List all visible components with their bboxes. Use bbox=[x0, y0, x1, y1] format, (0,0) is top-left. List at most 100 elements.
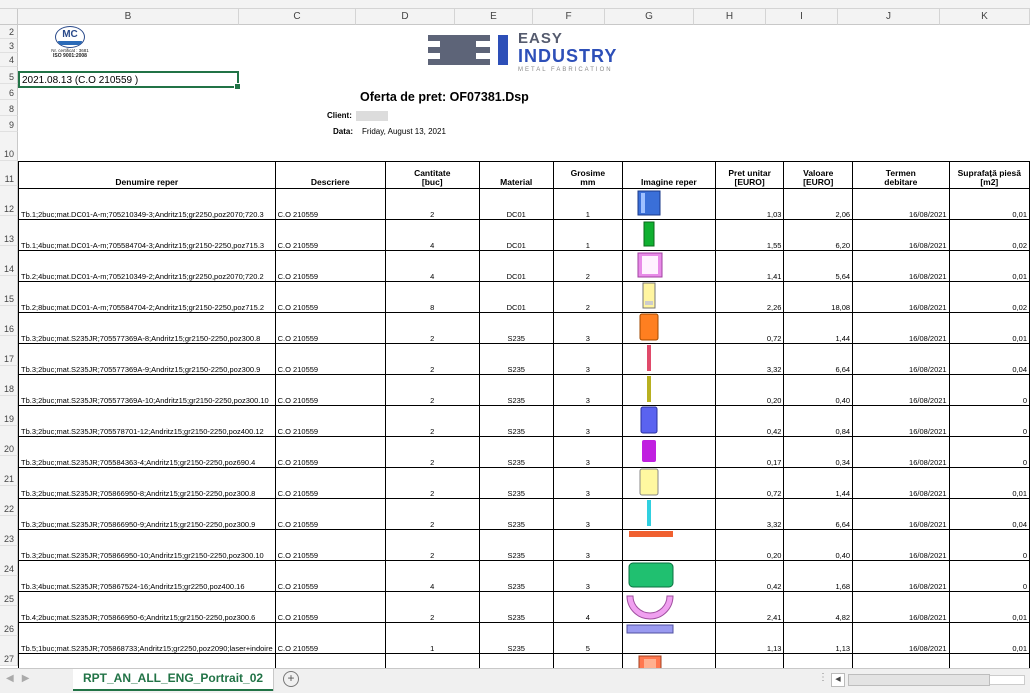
part-image-cell[interactable] bbox=[621, 250, 716, 282]
cell-value[interactable]: 1,68 bbox=[783, 560, 854, 592]
cell-material[interactable]: S235 bbox=[478, 529, 554, 561]
cell-price[interactable]: 0,20 bbox=[714, 374, 785, 406]
cell-qty[interactable]: 2 bbox=[384, 467, 480, 499]
column-header-e[interactable]: E bbox=[455, 9, 533, 25]
cell-value[interactable]: 0,40 bbox=[783, 529, 854, 561]
cell-thick[interactable]: 3 bbox=[552, 343, 623, 375]
cell-qty[interactable]: 4 bbox=[384, 219, 480, 251]
cell-thick[interactable]: 3 bbox=[552, 312, 623, 344]
row-header-3[interactable]: 3 bbox=[0, 39, 18, 53]
cell-date[interactable]: 16/08/2021 bbox=[852, 281, 950, 313]
cell-material[interactable]: S235 bbox=[478, 436, 554, 468]
add-sheet-icon[interactable]: + bbox=[283, 671, 299, 687]
sheet-tab-active[interactable]: RPT_AN_ALL_ENG_Portrait_02 bbox=[73, 669, 274, 691]
cell-value[interactable]: 0,84 bbox=[783, 405, 854, 437]
cell-name[interactable]: Tb.1;2buc;mat.DC01-A-m;705210349-3;Andri… bbox=[18, 188, 276, 220]
cell-area[interactable]: 0 bbox=[948, 529, 1030, 561]
scroll-split-icon[interactable]: ⋮ bbox=[818, 672, 828, 683]
row-header-23[interactable]: 23 bbox=[0, 516, 18, 546]
cell-value[interactable]: 5,64 bbox=[783, 250, 854, 282]
cell-value[interactable]: 0,34 bbox=[783, 436, 854, 468]
cell-desc[interactable]: C.O 210559 bbox=[274, 405, 386, 437]
selected-cell-b5[interactable]: 2021.08.13 (C.O 210559 ) bbox=[18, 71, 241, 90]
column-header-g[interactable]: G bbox=[605, 9, 694, 25]
cell-qty[interactable]: 2 bbox=[384, 405, 480, 437]
cell-thick[interactable]: 3 bbox=[552, 436, 623, 468]
cell-thick[interactable]: 3 bbox=[552, 374, 623, 406]
cell-thick[interactable]: 1 bbox=[552, 219, 623, 251]
cell-qty[interactable]: 1 bbox=[384, 622, 480, 654]
scroll-left-icon[interactable]: ◀ bbox=[831, 673, 845, 687]
cell-name[interactable]: Tb.3;2buc;mat.S235JR;705577369A-8;Andrit… bbox=[18, 312, 276, 344]
cell-price[interactable]: 0,42 bbox=[714, 560, 785, 592]
cell-thick[interactable]: 2 bbox=[552, 250, 623, 282]
cell-area[interactable]: 0,04 bbox=[948, 343, 1030, 375]
cell-price[interactable]: 3,32 bbox=[714, 498, 785, 530]
part-image-cell[interactable] bbox=[621, 467, 716, 499]
cell-name[interactable]: Tb.3;4buc;mat.S235JR;705867524-16;Andrit… bbox=[18, 560, 276, 592]
cell-area[interactable]: 0,01 bbox=[948, 467, 1030, 499]
row-header-20[interactable]: 20 bbox=[0, 426, 18, 456]
row-header-8[interactable]: 8 bbox=[0, 100, 18, 116]
part-image-cell[interactable] bbox=[621, 405, 716, 437]
cell-area[interactable]: 0 bbox=[948, 374, 1030, 406]
cell-material[interactable]: DC01 bbox=[478, 250, 554, 282]
row-header-10[interactable]: 10 bbox=[0, 132, 18, 161]
cell-material[interactable]: DC01 bbox=[478, 219, 554, 251]
cell-price[interactable]: 0,17 bbox=[714, 436, 785, 468]
cell-price[interactable]: 1,13 bbox=[714, 622, 785, 654]
cell-date[interactable]: 16/08/2021 bbox=[852, 250, 950, 282]
cell-name[interactable]: Tb.2;4buc;mat.DC01-A-m;705210349-2;Andri… bbox=[18, 250, 276, 282]
cell-date[interactable]: 16/08/2021 bbox=[852, 436, 950, 468]
cell-value[interactable]: 6,64 bbox=[783, 498, 854, 530]
part-image-cell[interactable] bbox=[621, 560, 716, 592]
row-header-2[interactable]: 2 bbox=[0, 25, 18, 39]
cell-price[interactable]: 0,72 bbox=[714, 312, 785, 344]
row-header-17[interactable]: 17 bbox=[0, 336, 18, 366]
row-header-9[interactable]: 9 bbox=[0, 116, 18, 132]
cell-qty[interactable]: 2 bbox=[384, 188, 480, 220]
column-header-k[interactable]: K bbox=[940, 9, 1030, 25]
row-header-5[interactable]: 5 bbox=[0, 67, 18, 84]
cell-thick[interactable]: 3 bbox=[552, 560, 623, 592]
cell-desc[interactable]: C.O 210559 bbox=[274, 653, 386, 668]
cell-date[interactable]: 16/08/2021 bbox=[852, 653, 950, 668]
row-header-25[interactable]: 25 bbox=[0, 576, 18, 606]
row-header-18[interactable]: 18 bbox=[0, 366, 18, 396]
part-image-cell[interactable] bbox=[621, 374, 716, 406]
cell-thick[interactable]: 5 bbox=[552, 622, 623, 654]
column-header-f[interactable]: F bbox=[533, 9, 605, 25]
cell-area[interactable]: 0,02 bbox=[948, 219, 1030, 251]
cell-value[interactable]: 1,44 bbox=[783, 467, 854, 499]
cell-desc[interactable]: C.O 210559 bbox=[274, 498, 386, 530]
cell-desc[interactable]: C.O 210559 bbox=[274, 343, 386, 375]
cell-thick[interactable]: 3 bbox=[552, 498, 623, 530]
cell-qty[interactable]: 2 bbox=[384, 374, 480, 406]
cell-name[interactable]: Tb.3;2buc;mat.S235JR;705584363-4;Andritz… bbox=[18, 436, 276, 468]
cell-desc[interactable]: C.O 210559 bbox=[274, 591, 386, 623]
cell-value[interactable]: 2,06 bbox=[783, 188, 854, 220]
cell-value[interactable]: 0,40 bbox=[783, 374, 854, 406]
part-image-cell[interactable] bbox=[621, 343, 716, 375]
cell-price[interactable]: 2,26 bbox=[714, 281, 785, 313]
cell-desc[interactable]: C.O 210559 bbox=[274, 560, 386, 592]
cell-name[interactable]: Tb.1;4buc;mat.DC01-A-m;705584704-3;Andri… bbox=[18, 219, 276, 251]
cell-material[interactable]: S235 bbox=[478, 467, 554, 499]
part-image-cell[interactable] bbox=[621, 653, 716, 668]
cell-thick[interactable]: 3 bbox=[552, 405, 623, 437]
cell-desc[interactable]: C.O 210559 bbox=[274, 281, 386, 313]
cell-price[interactable]: 1,41 bbox=[714, 250, 785, 282]
cell-material[interactable]: S235 bbox=[478, 622, 554, 654]
cell-material[interactable]: S235 bbox=[478, 374, 554, 406]
cell-value[interactable]: 1,13 bbox=[783, 622, 854, 654]
part-image-cell[interactable] bbox=[621, 312, 716, 344]
cell-date[interactable]: 16/08/2021 bbox=[852, 219, 950, 251]
cell-value[interactable]: 4,12 bbox=[783, 653, 854, 668]
cell-area[interactable]: 0,01 bbox=[948, 188, 1030, 220]
cell-date[interactable]: 16/08/2021 bbox=[852, 467, 950, 499]
cell-area[interactable]: 0,02 bbox=[948, 281, 1030, 313]
cell-material[interactable]: S235 bbox=[478, 405, 554, 437]
worksheet[interactable]: MC Nr. certificat : 3681 ISO 9001:2008 E… bbox=[18, 25, 1030, 668]
cell-name[interactable]: Tb.3;2buc;mat.S235JR;705578701-12;Andrit… bbox=[18, 405, 276, 437]
cell-material[interactable]: S235 bbox=[478, 343, 554, 375]
